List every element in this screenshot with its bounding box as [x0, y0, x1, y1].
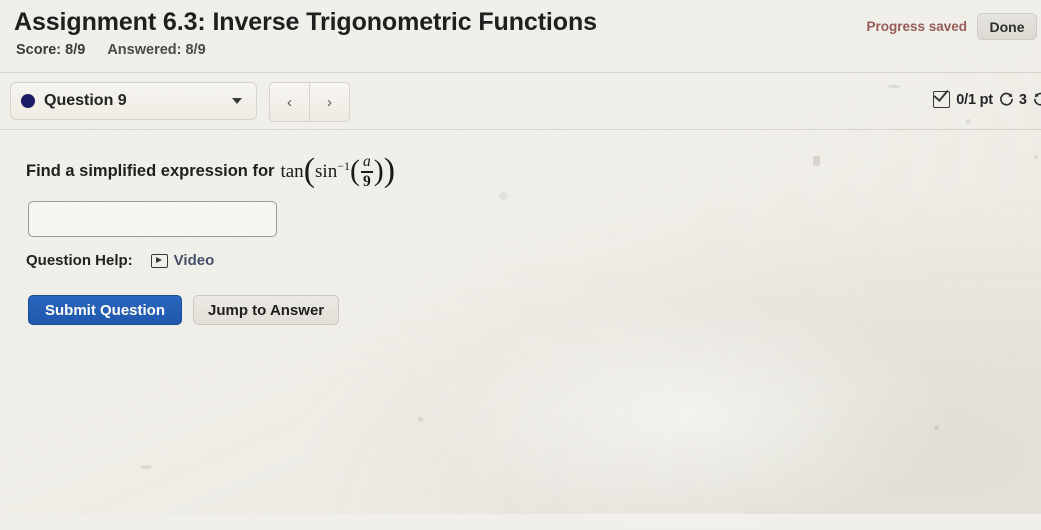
previous-question-button[interactable]: ‹	[270, 83, 309, 121]
video-play-icon	[150, 253, 168, 268]
photo-artifact	[418, 417, 423, 422]
answered-label: Answered: 8/9	[107, 42, 206, 58]
question-help-label: Question Help:	[26, 252, 133, 269]
question-prompt: Find a simplified expression for tan ( s…	[26, 152, 396, 190]
close-paren-inner: )	[373, 153, 384, 187]
photo-artifact	[966, 119, 971, 124]
photo-artifact	[140, 465, 152, 469]
page-header: Assignment 6.3: Inverse Trigonometric Fu…	[0, 0, 1041, 72]
question-selector-dropdown[interactable]: Question 9	[10, 82, 257, 120]
photo-artifact	[934, 425, 939, 430]
fraction: a 9	[360, 153, 373, 190]
question-selector-label: Question 9	[44, 92, 127, 109]
outer-function-name: tan	[280, 160, 304, 182]
photo-artifact	[1034, 155, 1038, 159]
video-link-label: Video	[173, 252, 215, 269]
open-paren-outer: (	[303, 152, 316, 190]
question-bar-divider	[0, 129, 1041, 130]
fraction-numerator: a	[362, 153, 371, 170]
header-divider	[0, 72, 1041, 73]
prompt-text: Find a simplified expression for	[26, 162, 275, 181]
open-paren-inner: (	[349, 153, 360, 187]
question-prev-next-group: ‹ ›	[269, 82, 350, 122]
score-summary: Score: 8/9 Answered: 8/9	[16, 42, 206, 58]
question-status-dot-icon	[21, 94, 35, 108]
math-expression: tan ( sin −1 ( a 9 ) )	[280, 152, 396, 190]
done-button[interactable]: Done	[977, 13, 1037, 40]
score-label: Score: 8/9	[16, 42, 86, 58]
progress-saved-status: Progress saved	[866, 19, 967, 34]
circular-arrow-icon[interactable]	[999, 92, 1014, 107]
jump-to-answer-button[interactable]: Jump to Answer	[193, 295, 340, 325]
inner-exponent: −1	[337, 159, 350, 174]
chevron-down-icon	[232, 98, 242, 104]
close-paren-outer: )	[383, 152, 396, 190]
submit-question-button[interactable]: Submit Question	[28, 295, 182, 325]
video-help-link[interactable]: Video	[150, 252, 215, 269]
page-title: Assignment 6.3: Inverse Trigonometric Fu…	[14, 8, 597, 36]
points-label: 0/1 pt	[956, 91, 993, 108]
answer-input[interactable]	[28, 201, 277, 237]
photo-artifact	[887, 85, 901, 88]
inner-function-name: sin	[315, 160, 338, 182]
question-navigation-bar: Question 9 ‹ › 0/1 pt 3	[0, 75, 1041, 127]
attempts-count: 3	[1018, 91, 1027, 108]
question-meta-group: 0/1 pt 3	[933, 91, 1041, 108]
screen-glare	[430, 300, 950, 530]
details-circular-arrow-icon[interactable]	[1033, 92, 1041, 107]
next-question-button[interactable]: ›	[309, 83, 349, 121]
question-help-row: Question Help: Video	[26, 252, 214, 269]
fraction-denominator: 9	[362, 172, 371, 190]
question-action-buttons: Submit Question Jump to Answer	[28, 295, 340, 325]
photo-artifact	[499, 192, 508, 201]
checkbox-checked-icon[interactable]	[933, 91, 951, 108]
photo-artifact	[813, 156, 820, 166]
